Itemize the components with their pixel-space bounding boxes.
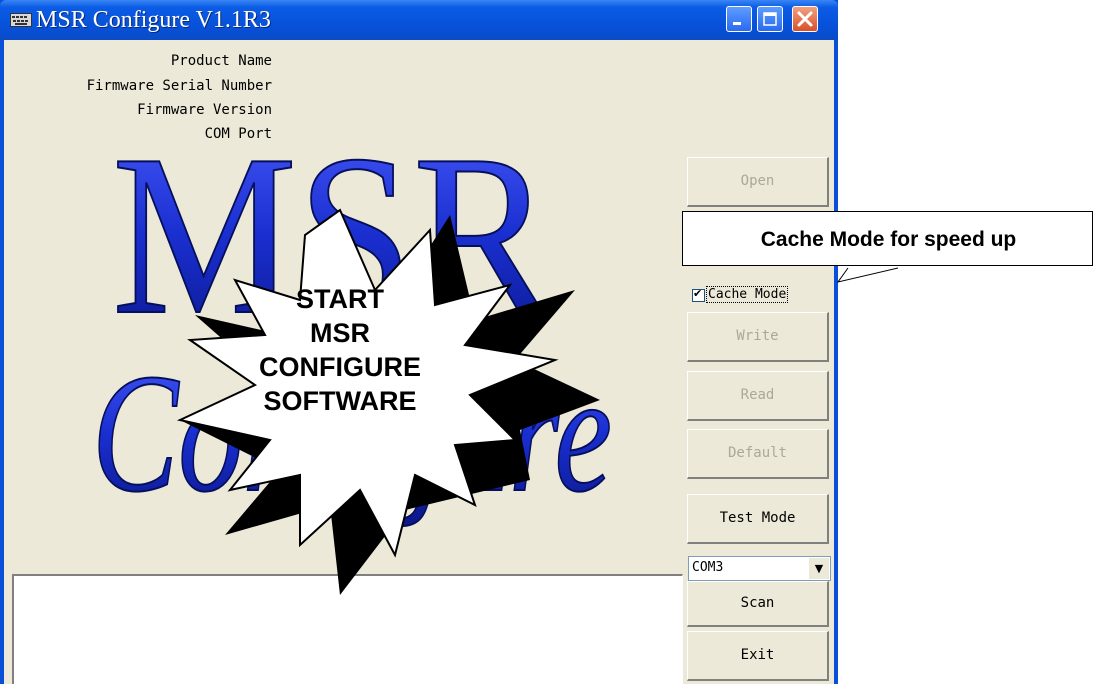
start-burst-text: START MSR CONFIGURE SOFTWARE bbox=[230, 282, 450, 418]
callout-pointer bbox=[836, 267, 899, 283]
callout-text: Cache Mode for speed up bbox=[760, 228, 1017, 251]
burst-line: CONFIGURE bbox=[259, 352, 421, 382]
annotation-overlay bbox=[176, 208, 899, 595]
burst-line: START bbox=[296, 284, 384, 314]
burst-line: SOFTWARE bbox=[263, 386, 417, 416]
burst-line: MSR bbox=[310, 318, 370, 348]
callout-box: Cache Mode for speed up bbox=[682, 211, 1093, 266]
